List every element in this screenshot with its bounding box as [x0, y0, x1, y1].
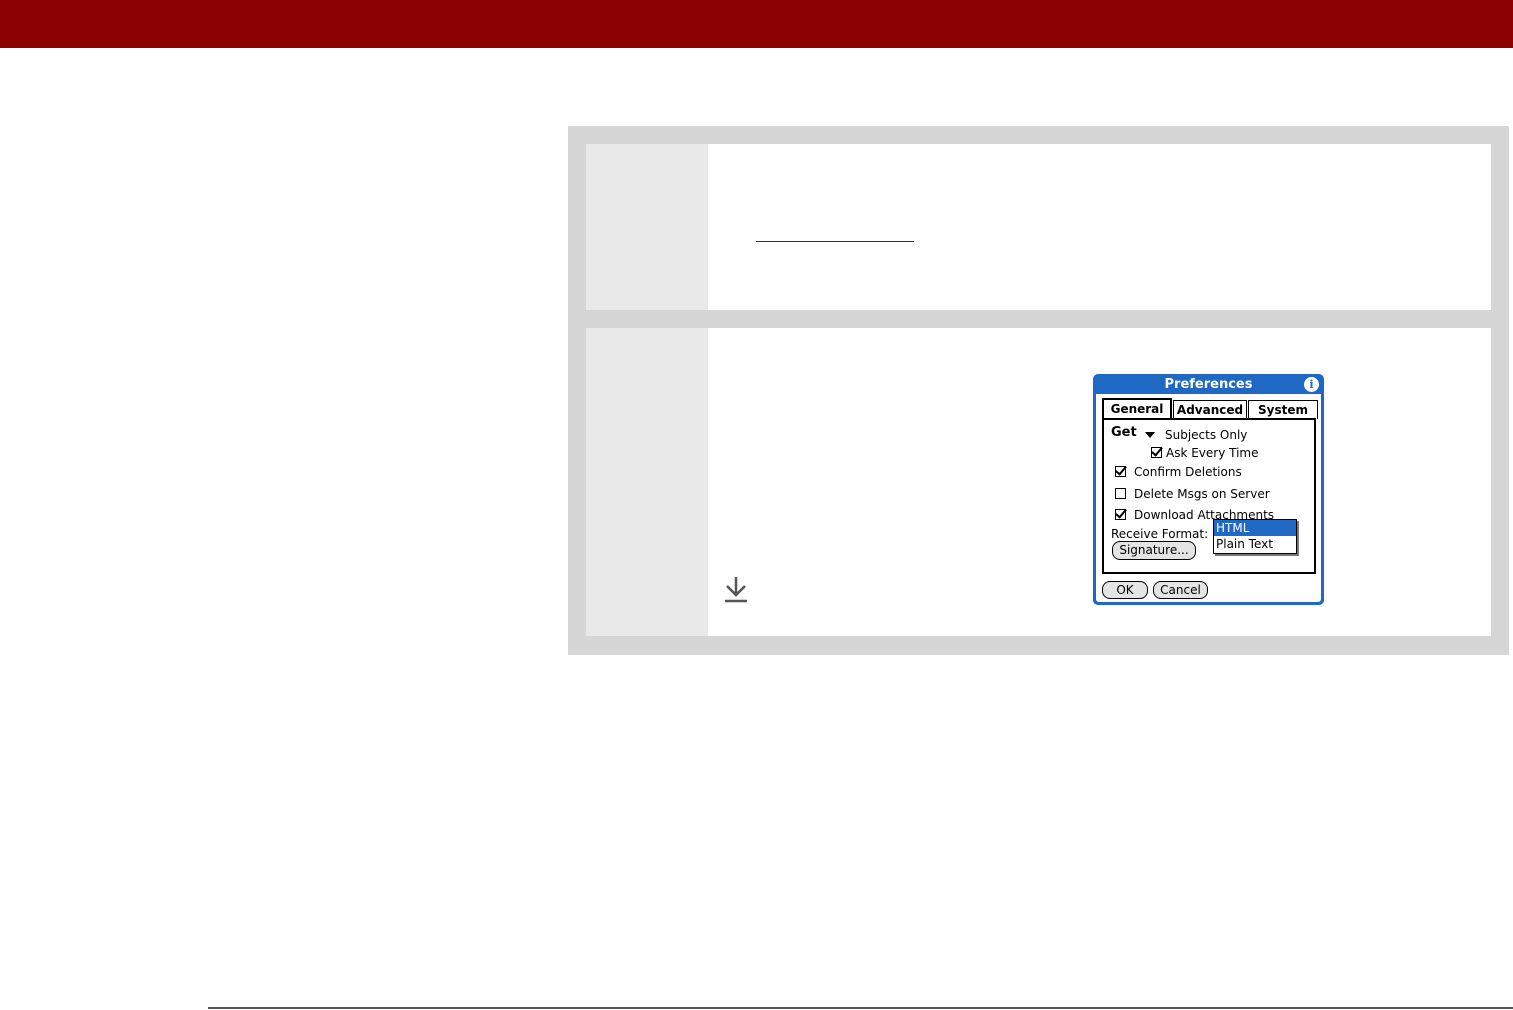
delete-msgs-label: Delete Msgs on Server: [1134, 487, 1270, 501]
ok-button[interactable]: OK: [1102, 581, 1148, 599]
get-label: Get: [1111, 425, 1137, 440]
footer-rule: [208, 1007, 1513, 1009]
down-arrow-icon: [725, 577, 747, 603]
confirm-deletions-checkbox[interactable]: [1115, 466, 1126, 477]
preferences-dialog: Preferences i General Advanced System Ge…: [1093, 374, 1324, 605]
receive-format-label: Receive Format:: [1111, 527, 1209, 541]
dialog-title: Preferences: [1164, 377, 1253, 392]
get-dropdown-value[interactable]: Subjects Only: [1165, 428, 1247, 442]
step-number-cell-2: [586, 328, 708, 636]
triangle-down-icon[interactable]: [1145, 432, 1155, 438]
cancel-button[interactable]: Cancel: [1153, 581, 1208, 599]
step-number-cell-1: [586, 144, 708, 310]
format-option-html[interactable]: HTML: [1214, 520, 1296, 536]
step-row-1: [586, 144, 1491, 310]
signature-button[interactable]: Signature...: [1112, 541, 1196, 560]
format-option-plain-text[interactable]: Plain Text: [1214, 536, 1296, 552]
dialog-body: General Advanced System Get Subjects Onl…: [1096, 394, 1321, 602]
delete-msgs-checkbox[interactable]: [1115, 488, 1126, 499]
info-icon[interactable]: i: [1304, 377, 1319, 392]
ask-every-time-checkbox[interactable]: [1151, 447, 1162, 458]
receive-format-list[interactable]: HTML Plain Text: [1213, 519, 1297, 554]
ask-every-time-label: Ask Every Time: [1166, 446, 1259, 460]
tab-system[interactable]: System: [1248, 400, 1318, 419]
hyperlink-underline[interactable]: [756, 241, 914, 242]
tab-advanced[interactable]: Advanced: [1173, 400, 1247, 419]
header-bar: [0, 0, 1513, 48]
confirm-deletions-label: Confirm Deletions: [1134, 465, 1242, 479]
steps-panel: [568, 126, 1509, 655]
download-attachments-checkbox[interactable]: [1115, 509, 1126, 520]
tab-general[interactable]: General: [1102, 398, 1172, 420]
